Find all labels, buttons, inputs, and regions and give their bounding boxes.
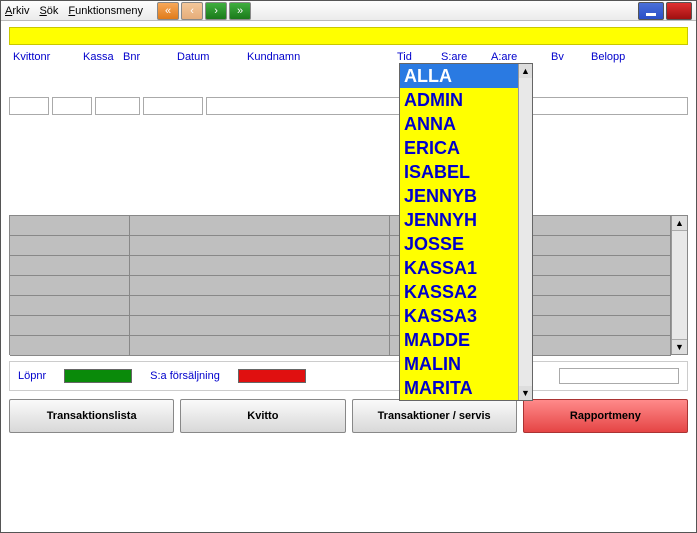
- close-button[interactable]: [666, 2, 692, 20]
- header-kundnamn[interactable]: Kundnamn: [247, 51, 397, 63]
- header-kassa[interactable]: Kassa: [83, 51, 123, 63]
- table-row[interactable]: [10, 236, 671, 256]
- menu-arkiv[interactable]: Arkiv: [5, 5, 29, 17]
- nav-next-button[interactable]: ›: [205, 2, 227, 20]
- scroll-up-icon[interactable]: ▲: [672, 216, 687, 231]
- table-row[interactable]: [10, 276, 671, 296]
- dropdown-item[interactable]: KASSA2: [400, 280, 518, 304]
- dropdown-item[interactable]: JENNYB: [400, 184, 518, 208]
- header-aare[interactable]: A:are: [491, 51, 551, 63]
- menu-sok[interactable]: Sök: [39, 5, 58, 17]
- highlight-strip: [9, 27, 688, 45]
- dropdown-item[interactable]: ALLA: [400, 64, 518, 88]
- header-bv[interactable]: Bv: [551, 51, 591, 63]
- table-row[interactable]: [10, 316, 671, 336]
- lopnr-swatch: [64, 369, 132, 383]
- dropdown-item[interactable]: ADMIN: [400, 88, 518, 112]
- nav-last-button[interactable]: »: [229, 2, 251, 20]
- dropdown-item[interactable]: KASSA3: [400, 304, 518, 328]
- menu-bar: Arkiv Sök Funktionsmeny « ‹ › »: [1, 1, 696, 21]
- nav-button-group: « ‹ › »: [157, 2, 251, 20]
- dropdown-item[interactable]: JOSSE: [400, 232, 518, 256]
- window-controls: [638, 2, 692, 20]
- header-kvittonr[interactable]: Kvittonr: [13, 51, 83, 63]
- action-button-row: Transaktionslista Kvitto Transaktioner /…: [9, 399, 688, 433]
- dropdown-item[interactable]: MARITA: [400, 376, 518, 400]
- scroll-down-icon[interactable]: ▼: [519, 386, 532, 400]
- summary-lopnr-label: Löpnr: [18, 370, 46, 382]
- grid-scrollbar[interactable]: ▲ ▼: [671, 216, 687, 354]
- header-datum[interactable]: Datum: [177, 51, 247, 63]
- summary-value-input[interactable]: [559, 368, 679, 384]
- table-row[interactable]: [10, 256, 671, 276]
- header-belopp[interactable]: Belopp: [591, 51, 651, 63]
- scroll-up-icon[interactable]: ▲: [519, 64, 532, 78]
- detail-grid: ▲ ▼: [9, 215, 688, 355]
- table-row[interactable]: [10, 336, 671, 356]
- column-headers: Kvittonr Kassa Bnr Datum Kundnamn Tid S:…: [9, 49, 688, 69]
- header-bnr[interactable]: Bnr: [123, 51, 177, 63]
- filter-input-4[interactable]: [143, 97, 203, 115]
- dropdown-item[interactable]: MALIN: [400, 352, 518, 376]
- filter-input-row: [9, 97, 688, 115]
- minimize-button[interactable]: [638, 2, 664, 20]
- transaktioner-servis-button[interactable]: Transaktioner / servis: [352, 399, 517, 433]
- table-row[interactable]: [10, 296, 671, 316]
- menu-funktionsmeny[interactable]: Funktionsmeny: [68, 5, 143, 17]
- scroll-down-icon[interactable]: ▼: [672, 339, 687, 354]
- filter-input-2[interactable]: [52, 97, 92, 115]
- summary-sa-label: S:a försäljning: [150, 370, 220, 382]
- sa-swatch: [238, 369, 306, 383]
- dropdown-scrollbar[interactable]: ▲ ▼: [518, 64, 532, 400]
- sare-dropdown[interactable]: ALLAADMINANNAERICAISABELJENNYBJENNYHJOSS…: [399, 63, 533, 401]
- dropdown-item[interactable]: ANNA: [400, 112, 518, 136]
- transaktionslista-button[interactable]: Transaktionslista: [9, 399, 174, 433]
- dropdown-item[interactable]: KASSA1: [400, 256, 518, 280]
- nav-prev-button[interactable]: ‹: [181, 2, 203, 20]
- summary-row: Löpnr S:a försäljning: [9, 361, 688, 391]
- content-area: Kvittonr Kassa Bnr Datum Kundnamn Tid S:…: [1, 21, 696, 532]
- nav-first-button[interactable]: «: [157, 2, 179, 20]
- filter-input-3[interactable]: [95, 97, 140, 115]
- dropdown-item[interactable]: JENNYH: [400, 208, 518, 232]
- filter-input-1[interactable]: [9, 97, 49, 115]
- kvitto-button[interactable]: Kvitto: [180, 399, 345, 433]
- dropdown-item[interactable]: ISABEL: [400, 160, 518, 184]
- header-sare[interactable]: S:are: [441, 51, 491, 63]
- dropdown-item[interactable]: ERICA: [400, 136, 518, 160]
- table-row[interactable]: [10, 216, 671, 236]
- header-tid[interactable]: Tid: [397, 51, 441, 63]
- dropdown-item[interactable]: MADDE: [400, 328, 518, 352]
- rapportmeny-button[interactable]: Rapportmeny: [523, 399, 688, 433]
